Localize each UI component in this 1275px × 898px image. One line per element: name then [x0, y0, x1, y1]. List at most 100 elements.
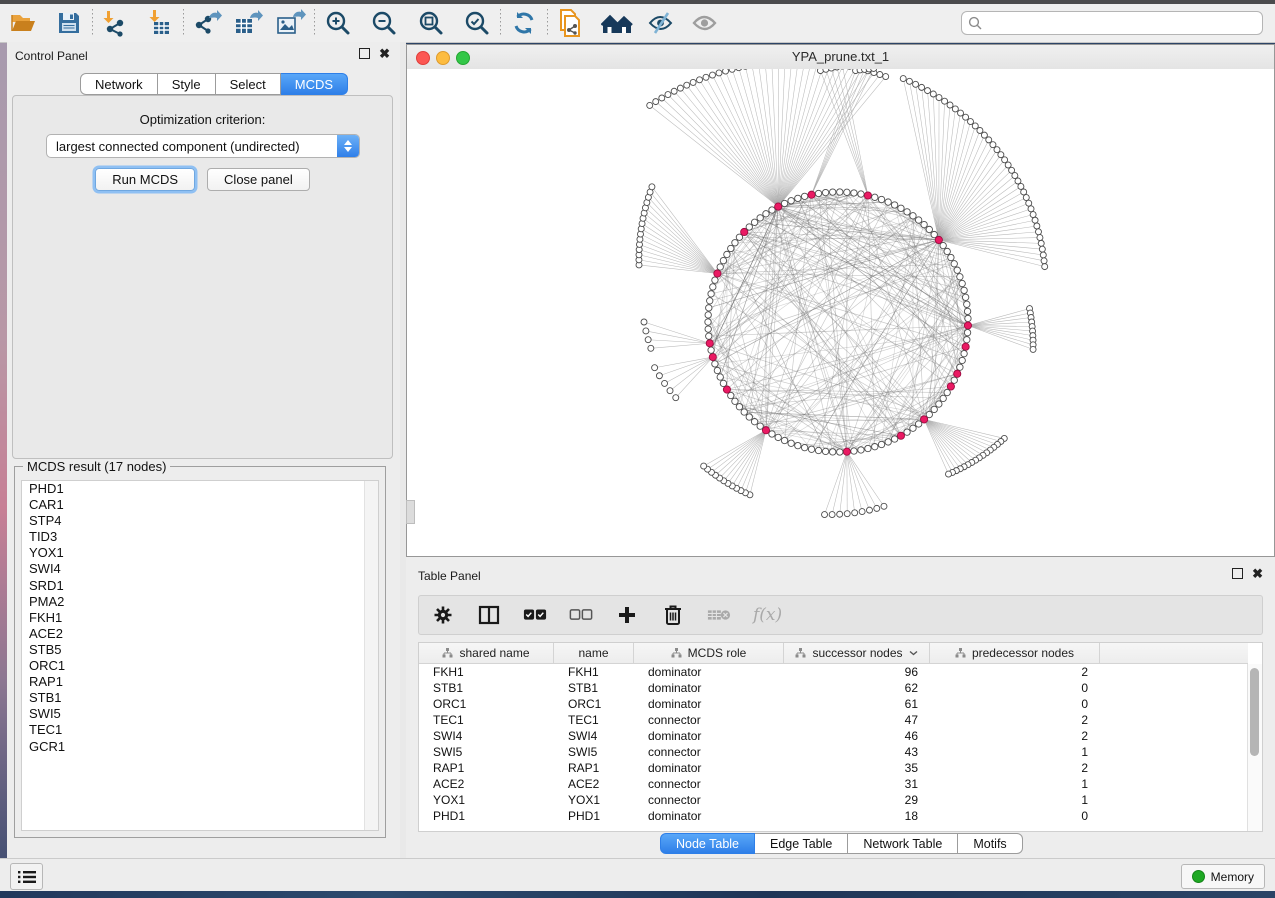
network-node[interactable] — [963, 114, 969, 120]
table-cell[interactable]: 2 — [930, 760, 1100, 776]
float-panel-icon[interactable] — [359, 48, 370, 59]
network-node[interactable] — [815, 447, 821, 453]
import-table-icon[interactable] — [143, 8, 177, 38]
network-node[interactable] — [965, 315, 971, 321]
network-node[interactable] — [741, 409, 747, 415]
export-network-icon[interactable] — [190, 8, 224, 38]
network-node[interactable] — [1012, 173, 1018, 179]
export-image-icon[interactable] — [274, 8, 308, 38]
mcds-result-item[interactable]: RAP1 — [22, 674, 378, 690]
table-cell[interactable]: connector — [634, 744, 784, 760]
network-node[interactable] — [751, 219, 757, 225]
zoom-selected-icon[interactable] — [460, 8, 494, 38]
network-node[interactable] — [1018, 183, 1024, 189]
network-node[interactable] — [910, 213, 916, 219]
table-cell[interactable]: 0 — [930, 696, 1100, 712]
network-node[interactable] — [951, 377, 957, 383]
run-mcds-button[interactable]: Run MCDS — [95, 168, 195, 191]
table-options-icon[interactable] — [431, 603, 455, 627]
network-node[interactable] — [878, 196, 884, 202]
network-node[interactable] — [705, 319, 711, 325]
mcds-result-item[interactable]: STB5 — [22, 642, 378, 658]
mcds-result-item[interactable]: TID3 — [22, 529, 378, 545]
table-cell[interactable]: YOX1 — [419, 792, 554, 808]
table-row[interactable]: YOX1YOX1connector291 — [419, 792, 1248, 808]
mcds-network-node[interactable] — [709, 353, 716, 360]
column-header-MCDS-role[interactable]: MCDS role — [634, 643, 784, 663]
network-node[interactable] — [723, 69, 729, 74]
add-column-icon[interactable] — [615, 603, 639, 627]
network-node[interactable] — [915, 421, 921, 427]
table-cell[interactable]: SWI5 — [419, 744, 554, 760]
network-node[interactable] — [1030, 212, 1036, 218]
table-cell[interactable]: STB1 — [554, 680, 634, 696]
table-cell[interactable]: connector — [634, 792, 784, 808]
table-cell[interactable]: RAP1 — [419, 760, 554, 776]
network-node[interactable] — [947, 102, 953, 108]
network-node[interactable] — [707, 298, 713, 304]
mcds-list-scrollbar[interactable] — [364, 481, 378, 830]
network-node[interactable] — [871, 69, 877, 71]
network-node[interactable] — [714, 367, 720, 373]
table-cell[interactable]: 96 — [784, 664, 930, 680]
table-cell[interactable]: 43 — [784, 744, 930, 760]
table-cell[interactable]: 47 — [784, 712, 930, 728]
table-cell[interactable]: 62 — [784, 680, 930, 696]
table-cell[interactable]: TEC1 — [419, 712, 554, 728]
network-node[interactable] — [677, 85, 683, 91]
table-row[interactable]: SWI5SWI5connector431 — [419, 744, 1248, 760]
network-node[interactable] — [898, 205, 904, 211]
hide-windows-icon[interactable] — [644, 8, 678, 38]
network-node[interactable] — [959, 357, 965, 363]
network-node[interactable] — [643, 328, 649, 334]
close-panel-button[interactable]: Close panel — [207, 168, 310, 191]
float-panel-icon[interactable] — [1232, 568, 1243, 579]
mcds-result-item[interactable]: GCR1 — [22, 739, 378, 755]
network-node[interactable] — [900, 76, 906, 82]
zoom-out-icon[interactable] — [367, 8, 401, 38]
network-node[interactable] — [662, 380, 668, 386]
table-cell[interactable]: 1 — [930, 776, 1100, 792]
table-cell[interactable]: PHD1 — [554, 808, 634, 824]
network-node[interactable] — [881, 503, 887, 509]
network-node[interactable] — [952, 106, 958, 112]
network-node[interactable] — [957, 274, 963, 280]
network-node[interactable] — [957, 364, 963, 370]
network-node[interactable] — [736, 404, 742, 410]
network-node[interactable] — [706, 305, 712, 311]
network-node[interactable] — [729, 69, 735, 72]
network-canvas[interactable] — [407, 69, 1274, 556]
network-node[interactable] — [828, 69, 834, 71]
table-row[interactable]: SWI4SWI4dominator462 — [419, 728, 1248, 744]
network-node[interactable] — [906, 78, 912, 84]
mcds-network-node[interactable] — [947, 383, 954, 390]
network-node[interactable] — [673, 395, 679, 401]
mcds-result-item[interactable]: SWI4 — [22, 561, 378, 577]
mcds-result-item[interactable]: CAR1 — [22, 497, 378, 513]
network-node[interactable] — [977, 127, 983, 133]
network-node[interactable] — [852, 510, 858, 516]
show-all-windows-icon[interactable] — [600, 8, 634, 38]
table-cell[interactable]: PHD1 — [419, 808, 554, 824]
network-node[interactable] — [667, 388, 673, 394]
network-node[interactable] — [959, 280, 965, 286]
network-node[interactable] — [904, 209, 910, 215]
network-node[interactable] — [961, 350, 967, 356]
network-node[interactable] — [769, 431, 775, 437]
table-cell[interactable]: SWI5 — [554, 744, 634, 760]
network-node[interactable] — [915, 217, 921, 223]
table-cell[interactable]: 1 — [930, 792, 1100, 808]
close-panel-icon[interactable]: ✖ — [1252, 569, 1263, 578]
network-node[interactable] — [829, 512, 835, 518]
import-network-icon[interactable] — [99, 8, 133, 38]
network-node[interactable] — [851, 190, 857, 196]
mcds-result-item[interactable]: FKH1 — [22, 610, 378, 626]
column-header-name[interactable]: name — [554, 643, 634, 663]
show-windows-icon[interactable] — [688, 8, 722, 38]
mcds-result-item[interactable]: YOX1 — [22, 545, 378, 561]
table-cell[interactable]: dominator — [634, 680, 784, 696]
network-node[interactable] — [815, 190, 821, 196]
table-cell[interactable]: 18 — [784, 808, 930, 824]
network-node[interactable] — [647, 102, 653, 108]
tab-edge-table[interactable]: Edge Table — [755, 833, 848, 854]
